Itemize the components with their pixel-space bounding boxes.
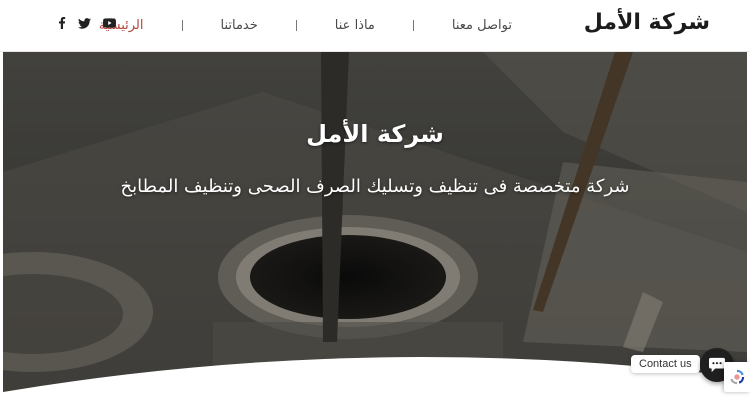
recaptcha-badge[interactable] [724,362,750,392]
hero-title: شركة الأمل [306,120,444,148]
nav-contact[interactable]: تواصل معنا [452,18,512,33]
main-nav: الرئيسية خدماتنا ماذا عنا تواصل معنا [99,18,512,33]
contact-us-label[interactable]: Contact us [631,355,700,373]
facebook-icon[interactable] [58,17,66,29]
nav-about[interactable]: ماذا عنا [335,18,375,33]
hero-subtitle: شركة متخصصة فى تنظيف وتسليك الصرف الصحى … [120,176,630,197]
social-links [58,17,116,29]
nav-services[interactable]: خدماتنا [221,18,258,33]
recaptcha-icon [730,369,745,385]
youtube-icon[interactable] [103,18,116,28]
twitter-icon[interactable] [78,17,91,29]
site-header: شركة الأمل الرئيسية خدماتنا ماذا عنا توا… [0,0,750,52]
nav-divider [181,20,183,31]
brand-logo-text[interactable]: شركة الأمل [584,10,710,35]
hero-banner: شركة الأمل شركة متخصصة فى تنظيف وتسليك ا… [3,52,747,400]
nav-divider [295,20,297,31]
nav-divider [412,20,414,31]
